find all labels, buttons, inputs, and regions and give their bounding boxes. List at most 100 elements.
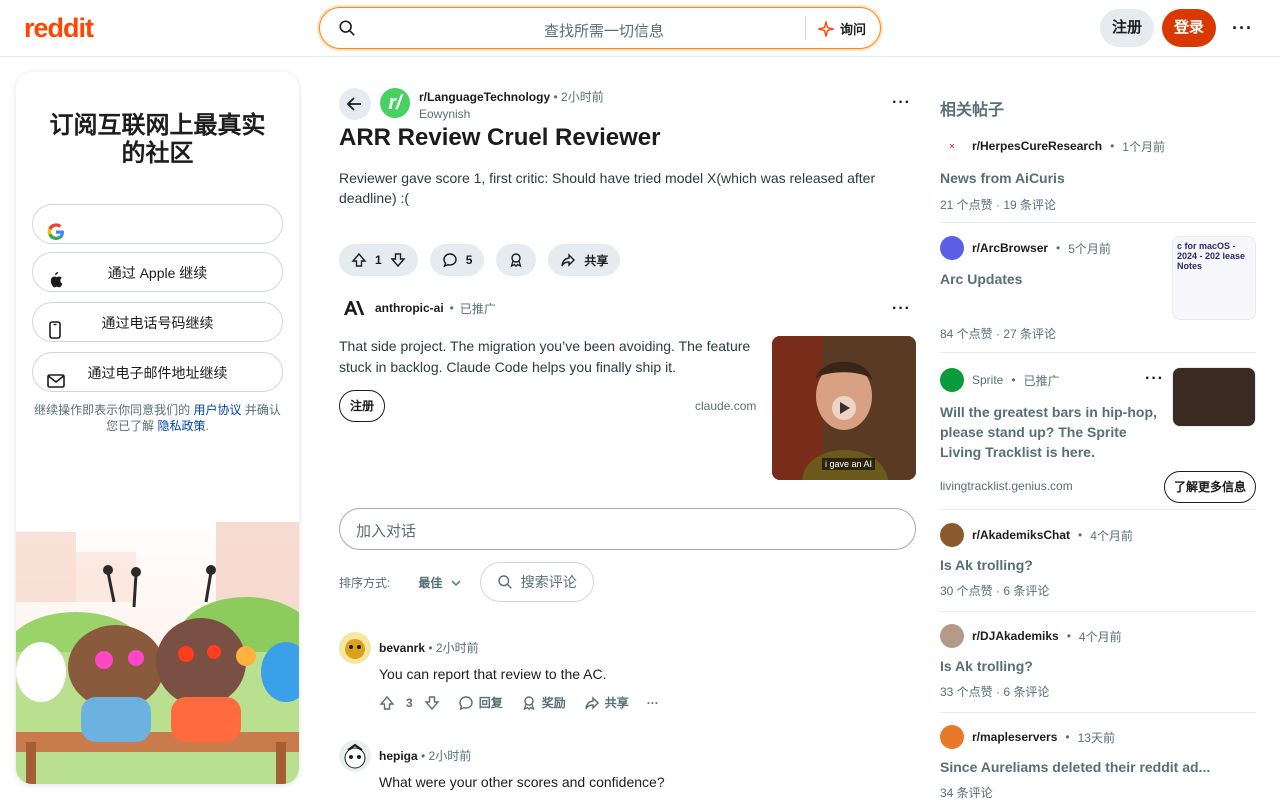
related-time: 1个月前 bbox=[1122, 139, 1165, 154]
related-post-title[interactable]: Since Aureliams deleted their reddit ad.… bbox=[940, 757, 1210, 777]
comments-button[interactable]: 5 bbox=[429, 244, 485, 276]
subreddit-avatar bbox=[940, 523, 964, 547]
avatar[interactable] bbox=[339, 632, 371, 664]
search-bar[interactable]: 查找所需一切信息 询问 bbox=[319, 7, 881, 49]
award-icon bbox=[523, 695, 535, 710]
downvote-icon[interactable] bbox=[390, 252, 406, 268]
related-comments: 27 条评论 bbox=[1003, 327, 1057, 341]
google-signin-button[interactable] bbox=[32, 204, 283, 244]
post-author[interactable]: Eowynish bbox=[419, 107, 604, 121]
subreddit-link[interactable]: r/LanguageTechnology bbox=[419, 90, 550, 104]
related-ad-domain[interactable]: livingtracklist.genius.com bbox=[940, 479, 1073, 493]
comment-more-button[interactable]: ··· bbox=[647, 696, 659, 710]
back-button[interactable] bbox=[339, 88, 371, 120]
share-button[interactable]: 共享 bbox=[584, 694, 629, 711]
related-post-title[interactable]: Is Ak trolling? bbox=[940, 555, 1033, 575]
ad-header: anthropic-ai • 已推广 bbox=[339, 296, 496, 320]
related-ad-more-button[interactable]: ··· bbox=[1145, 370, 1164, 388]
reply-button[interactable]: 回复 bbox=[458, 694, 503, 711]
upvote-icon[interactable] bbox=[379, 695, 395, 711]
share-label: 共享 bbox=[584, 253, 609, 268]
award-button[interactable]: 奖励 bbox=[521, 694, 566, 711]
related-subreddit[interactable]: r/DJAkademiks bbox=[972, 629, 1059, 643]
comment-vote-count: 3 bbox=[406, 695, 413, 710]
share-button[interactable]: 共享 bbox=[548, 244, 621, 276]
promoted-ad: anthropic-ai • 已推广 ··· That side project… bbox=[339, 296, 916, 481]
downvote-icon[interactable] bbox=[424, 695, 440, 711]
advertiser-name[interactable]: anthropic-ai bbox=[375, 301, 444, 315]
ad-video-thumbnail[interactable]: i gave an AI bbox=[772, 336, 916, 480]
phone-signin-button[interactable]: 通过电话号码继续 bbox=[32, 302, 283, 342]
comment-author[interactable]: hepiga bbox=[379, 749, 418, 763]
sort-dropdown[interactable]: 最佳 bbox=[418, 574, 461, 591]
signup-button[interactable]: 注册 bbox=[1100, 9, 1154, 47]
related-subreddit[interactable]: Sprite bbox=[972, 373, 1003, 387]
user-agreement-link[interactable]: 用户协议 bbox=[193, 403, 241, 417]
vote-count: 1 bbox=[375, 253, 382, 267]
join-conversation-input[interactable]: 加入对话 bbox=[339, 508, 916, 550]
comment-vote-control: 3 bbox=[379, 695, 440, 711]
ad-signup-button[interactable]: 注册 bbox=[339, 390, 386, 422]
comment-time: 2小时前 bbox=[435, 641, 479, 655]
email-label: 通过电子邮件地址继续 bbox=[87, 365, 228, 381]
search-icon bbox=[497, 575, 512, 589]
related-time: 5个月前 bbox=[1068, 241, 1111, 256]
arrow-left-icon bbox=[346, 97, 361, 111]
related-item[interactable]: r/DJAkademiks • 4个月前 Is Ak trolling? 33 … bbox=[940, 624, 1256, 713]
promoted-label: 已推广 bbox=[459, 301, 496, 316]
related-subreddit[interactable]: r/ArcBrowser bbox=[972, 241, 1048, 255]
learn-more-button[interactable]: 了解更多信息 bbox=[1164, 471, 1256, 503]
email-signin-button[interactable]: 通过电子邮件地址继续 bbox=[32, 352, 283, 392]
comment: hepiga • 2小时前 What were your other score… bbox=[339, 740, 916, 800]
sort-value: 最佳 bbox=[418, 575, 443, 590]
related-time: 已推广 bbox=[1023, 373, 1060, 388]
related-item[interactable]: r/mapleservers • 13天前 Since Aureliams de… bbox=[940, 725, 1256, 800]
reddit-logo[interactable]: reddit bbox=[24, 13, 94, 44]
related-comments: 6 条评论 bbox=[1003, 584, 1050, 598]
ad-more-button[interactable]: ··· bbox=[892, 300, 911, 318]
related-post-title[interactable]: Is Ak trolling? bbox=[940, 656, 1033, 676]
related-item[interactable]: ✕ r/HerpesCureResearch • 1个月前 News from … bbox=[940, 134, 1256, 223]
subreddit-avatar bbox=[940, 725, 964, 749]
related-item[interactable]: r/AkademiksChat • 4个月前 Is Ak trolling? 3… bbox=[940, 523, 1256, 612]
ask-button[interactable]: 询问 bbox=[818, 19, 866, 38]
related-subreddit[interactable]: r/mapleservers bbox=[972, 730, 1057, 744]
award-button[interactable] bbox=[496, 244, 537, 276]
sort-label: 排序方式: bbox=[339, 575, 391, 590]
upvote-icon[interactable] bbox=[351, 252, 367, 268]
comment: bevanrk • 2小时前 You can report that revie… bbox=[339, 632, 916, 722]
video-caption: i gave an AI bbox=[822, 458, 876, 470]
related-ad-thumbnail[interactable] bbox=[1172, 367, 1256, 427]
apple-signin-button[interactable]: 通过 Apple 继续 bbox=[32, 252, 283, 292]
related-comments: 19 条评论 bbox=[1003, 198, 1057, 212]
search-comments-input[interactable]: 搜索评论 bbox=[479, 562, 594, 602]
post-more-button[interactable]: ··· bbox=[892, 94, 911, 112]
related-time: 4个月前 bbox=[1090, 528, 1133, 543]
related-subreddit[interactable]: r/HerpesCureResearch bbox=[972, 139, 1102, 153]
more-menu-button[interactable]: ··· bbox=[1232, 18, 1253, 39]
award-icon bbox=[510, 253, 522, 268]
related-thumbnail[interactable]: c for macOS - 2024 - 202 lease Notes bbox=[1172, 236, 1256, 320]
share-icon bbox=[585, 695, 599, 710]
search-input[interactable]: 查找所需一切信息 bbox=[544, 20, 664, 41]
post-body: Reviewer gave score 1, first critic: Sho… bbox=[339, 170, 876, 206]
ad-domain[interactable]: claude.com bbox=[695, 399, 756, 413]
related-post-title[interactable]: Arc Updates bbox=[940, 269, 1022, 289]
related-post-title[interactable]: Will the greatest bars in hip-hop, pleas… bbox=[940, 402, 1162, 462]
post-meta: r/LanguageTechnology • 2小时前 Eowynish bbox=[419, 90, 604, 121]
comment-meta: hepiga • 2小时前 bbox=[379, 749, 472, 763]
privacy-policy-link[interactable]: 隐私政策 bbox=[158, 419, 206, 433]
login-button[interactable]: 登录 bbox=[1162, 9, 1216, 47]
subreddit-avatar[interactable]: r/ bbox=[380, 88, 410, 118]
subreddit-avatar: ✕ bbox=[940, 134, 964, 158]
anthropic-logo-icon[interactable] bbox=[339, 296, 369, 320]
chevron-down-icon bbox=[451, 580, 461, 587]
related-post-title[interactable]: News from AiCuris bbox=[940, 168, 1065, 188]
related-ad[interactable]: Sprite • 已推广 ··· Will the greatest bars … bbox=[940, 367, 1256, 510]
related-item[interactable]: r/ArcBrowser • 5个月前 Arc Updates 84 个点赞 ·… bbox=[940, 236, 1256, 353]
post-title: ARR Review Cruel Reviewer bbox=[339, 124, 661, 151]
comment-author[interactable]: bevanrk bbox=[379, 641, 425, 655]
avatar[interactable] bbox=[339, 740, 371, 772]
related-subreddit[interactable]: r/AkademiksChat bbox=[972, 528, 1070, 542]
ad-text[interactable]: That side project. The migration you’ve … bbox=[339, 336, 759, 378]
